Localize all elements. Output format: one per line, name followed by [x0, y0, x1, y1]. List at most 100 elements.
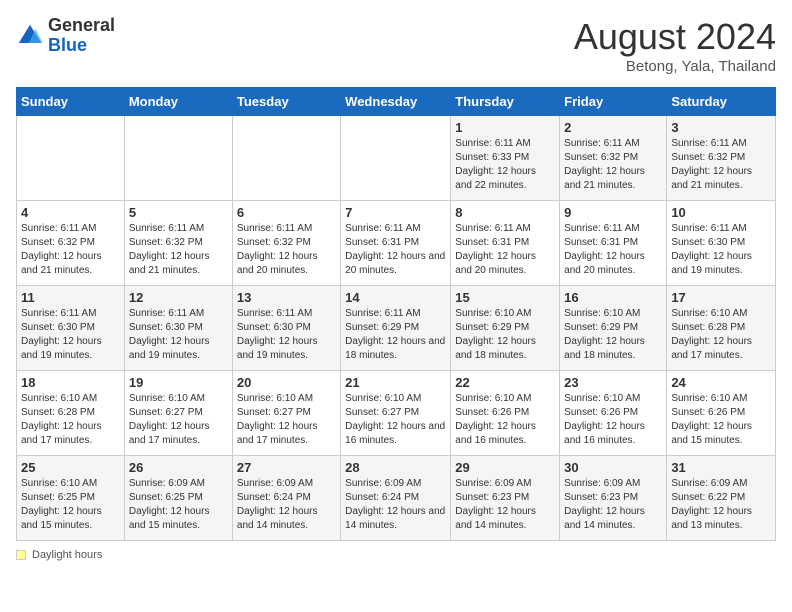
day-number: 19 — [129, 375, 228, 390]
calendar-cell: 7Sunrise: 6:11 AM Sunset: 6:31 PM Daylig… — [341, 201, 451, 286]
calendar-cell: 12 Sunrise: 6:11 AM Sunset: 6:30 PM Dayli… — [124, 286, 232, 371]
day-number: 23 — [564, 375, 662, 390]
calendar-cell: 4 Sunrise: 6:11 AM Sunset: 6:32 PM Daylig… — [17, 201, 125, 286]
weekday-header-cell: Thursday — [451, 88, 560, 116]
day-info: Sunrise: 6:11 AM Sunset: 6:32 PM Dayligh… — [21, 222, 120, 278]
calendar-cell: 26Sunrise: 6:09 AM Sunset: 6:25 PM Dayli… — [124, 456, 232, 541]
calendar-cell: 30Sunrise: 6:09 AM Sunset: 6:23 PM Dayli… — [560, 456, 667, 541]
calendar-cell: 28 Sunrise: 6:09 AM Sunset: 6:24 PM Dayli… — [341, 456, 451, 541]
weekday-header-cell: Tuesday — [232, 88, 340, 116]
calendar-cell: 2 Sunrise: 6:11 AM Sunset: 6:32 PM Daylig… — [560, 116, 667, 201]
calendar-cell: 10 Sunrise: 6:11 AM Sunset: 6:30 PM Dayli… — [667, 201, 776, 286]
day-number: 26 — [129, 460, 228, 475]
day-info: Sunrise: 6:09 AM Sunset: 6:23 PM Dayligh… — [455, 477, 555, 533]
calendar-cell: 14 Sunrise: 6:11 AM Sunset: 6:29 PM Dayli… — [341, 286, 451, 371]
day-number: 24 — [671, 375, 771, 390]
calendar-cell: 16 Sunrise: 6:10 AM Sunset: 6:29 PM Dayli… — [560, 286, 667, 371]
day-number: 22 — [455, 375, 555, 390]
calendar-cell — [17, 116, 125, 201]
day-number: 30 — [564, 460, 662, 475]
calendar-cell: 5 Sunrise: 6:11 AM Sunset: 6:32 PM Daylig… — [124, 201, 232, 286]
logo-text: General Blue — [48, 16, 115, 56]
page-header: General Blue August 2024 Betong, Yala, T… — [16, 16, 776, 75]
calendar-cell: 21Sunrise: 6:10 AM Sunset: 6:27 PM Dayli… — [341, 371, 451, 456]
day-info: Sunrise: 6:10 AM Sunset: 6:29 PM Dayligh… — [455, 307, 555, 363]
day-number: 18 — [21, 375, 120, 390]
day-info: Sunrise: 6:09 AM Sunset: 6:24 PM Dayligh… — [237, 477, 336, 533]
day-number: 17 — [671, 290, 771, 305]
day-info: Sunrise: 6:11 AM Sunset: 6:30 PM Dayligh… — [21, 307, 120, 363]
day-number: 29 — [455, 460, 555, 475]
day-number: 4 — [21, 205, 120, 220]
weekday-header-cell: Friday — [560, 88, 667, 116]
day-info: Sunrise: 6:10 AM Sunset: 6:25 PM Dayligh… — [21, 477, 120, 533]
calendar-cell: 23 Sunrise: 6:10 AM Sunset: 6:26 PM Dayli… — [560, 371, 667, 456]
logo: General Blue — [16, 16, 115, 56]
day-number: 25 — [21, 460, 120, 475]
day-number: 20 — [237, 375, 336, 390]
day-number: 12 — [129, 290, 228, 305]
day-info: Sunrise: 6:11 AM Sunset: 6:29 PM Dayligh… — [345, 307, 446, 363]
day-number: 10 — [671, 205, 771, 220]
calendar-table: SundayMondayTuesdayWednesdayThursdayFrid… — [16, 87, 776, 541]
day-number: 16 — [564, 290, 662, 305]
day-number: 2 — [564, 120, 662, 135]
day-info: Sunrise: 6:10 AM Sunset: 6:27 PM Dayligh… — [129, 392, 228, 448]
day-number: 28 — [345, 460, 446, 475]
calendar-cell: 1Sunrise: 6:11 AM Sunset: 6:33 PM Daylig… — [451, 116, 560, 201]
day-number: 31 — [671, 460, 771, 475]
calendar-week-row: 1Sunrise: 6:11 AM Sunset: 6:33 PM Daylig… — [17, 116, 776, 201]
calendar-week-row: 18 Sunrise: 6:10 AM Sunset: 6:28 PM Dayli… — [17, 371, 776, 456]
calendar-cell: 24 Sunrise: 6:10 AM Sunset: 6:26 PM Dayli… — [667, 371, 776, 456]
calendar-cell: 27Sunrise: 6:09 AM Sunset: 6:24 PM Dayli… — [232, 456, 340, 541]
day-info: Sunrise: 6:11 AM Sunset: 6:32 PM Dayligh… — [564, 137, 662, 193]
calendar-cell: 13Sunrise: 6:11 AM Sunset: 6:30 PM Dayli… — [232, 286, 340, 371]
calendar-cell: 22 Sunrise: 6:10 AM Sunset: 6:26 PM Dayli… — [451, 371, 560, 456]
day-info: Sunrise: 6:11 AM Sunset: 6:31 PM Dayligh… — [345, 222, 446, 278]
calendar-cell: 19 Sunrise: 6:10 AM Sunset: 6:27 PM Dayli… — [124, 371, 232, 456]
day-info: Sunrise: 6:10 AM Sunset: 6:26 PM Dayligh… — [671, 392, 771, 448]
calendar-cell: 25 Sunrise: 6:10 AM Sunset: 6:25 PM Dayli… — [17, 456, 125, 541]
day-info: Sunrise: 6:10 AM Sunset: 6:28 PM Dayligh… — [671, 307, 771, 363]
footer-label: Daylight hours — [32, 549, 102, 561]
calendar-cell: 29 Sunrise: 6:09 AM Sunset: 6:23 PM Dayli… — [451, 456, 560, 541]
calendar-cell: 15 Sunrise: 6:10 AM Sunset: 6:29 PM Dayli… — [451, 286, 560, 371]
day-info: Sunrise: 6:11 AM Sunset: 6:32 PM Dayligh… — [129, 222, 228, 278]
weekday-header-cell: Saturday — [667, 88, 776, 116]
day-info: Sunrise: 6:10 AM Sunset: 6:28 PM Dayligh… — [21, 392, 120, 448]
calendar-cell — [124, 116, 232, 201]
day-info: Sunrise: 6:09 AM Sunset: 6:24 PM Dayligh… — [345, 477, 446, 533]
calendar-cell: 20 Sunrise: 6:10 AM Sunset: 6:27 PM Dayli… — [232, 371, 340, 456]
calendar-week-row: 4 Sunrise: 6:11 AM Sunset: 6:32 PM Daylig… — [17, 201, 776, 286]
day-info: Sunrise: 6:09 AM Sunset: 6:22 PM Dayligh… — [671, 477, 771, 533]
day-number: 21 — [345, 375, 446, 390]
day-info: Sunrise: 6:11 AM Sunset: 6:31 PM Dayligh… — [564, 222, 662, 278]
day-number: 14 — [345, 290, 446, 305]
day-info: Sunrise: 6:10 AM Sunset: 6:26 PM Dayligh… — [455, 392, 555, 448]
day-info: Sunrise: 6:11 AM Sunset: 6:32 PM Dayligh… — [671, 137, 771, 193]
calendar-cell: 17 Sunrise: 6:10 AM Sunset: 6:28 PM Dayli… — [667, 286, 776, 371]
day-number: 8 — [455, 205, 555, 220]
calendar-cell — [232, 116, 340, 201]
weekday-header-row: SundayMondayTuesdayWednesdayThursdayFrid… — [17, 88, 776, 116]
title-block: August 2024 Betong, Yala, Thailand — [574, 16, 776, 75]
day-info: Sunrise: 6:11 AM Sunset: 6:30 PM Dayligh… — [671, 222, 771, 278]
calendar-cell: 11 Sunrise: 6:11 AM Sunset: 6:30 PM Dayli… — [17, 286, 125, 371]
daylight-icon — [16, 550, 26, 560]
day-info: Sunrise: 6:10 AM Sunset: 6:27 PM Dayligh… — [237, 392, 336, 448]
calendar-body: 1Sunrise: 6:11 AM Sunset: 6:33 PM Daylig… — [17, 116, 776, 541]
calendar-cell: 3Sunrise: 6:11 AM Sunset: 6:32 PM Daylig… — [667, 116, 776, 201]
day-info: Sunrise: 6:10 AM Sunset: 6:29 PM Dayligh… — [564, 307, 662, 363]
day-info: Sunrise: 6:10 AM Sunset: 6:26 PM Dayligh… — [564, 392, 662, 448]
calendar-cell: 18 Sunrise: 6:10 AM Sunset: 6:28 PM Dayli… — [17, 371, 125, 456]
weekday-header-cell: Wednesday — [341, 88, 451, 116]
day-number: 11 — [21, 290, 120, 305]
day-info: Sunrise: 6:11 AM Sunset: 6:30 PM Dayligh… — [129, 307, 228, 363]
day-info: Sunrise: 6:11 AM Sunset: 6:32 PM Dayligh… — [237, 222, 336, 278]
calendar-cell: 31 Sunrise: 6:09 AM Sunset: 6:22 PM Dayli… — [667, 456, 776, 541]
day-number: 1 — [455, 120, 555, 135]
location: Betong, Yala, Thailand — [574, 58, 776, 75]
day-number: 5 — [129, 205, 228, 220]
calendar-week-row: 11 Sunrise: 6:11 AM Sunset: 6:30 PM Dayli… — [17, 286, 776, 371]
day-number: 15 — [455, 290, 555, 305]
